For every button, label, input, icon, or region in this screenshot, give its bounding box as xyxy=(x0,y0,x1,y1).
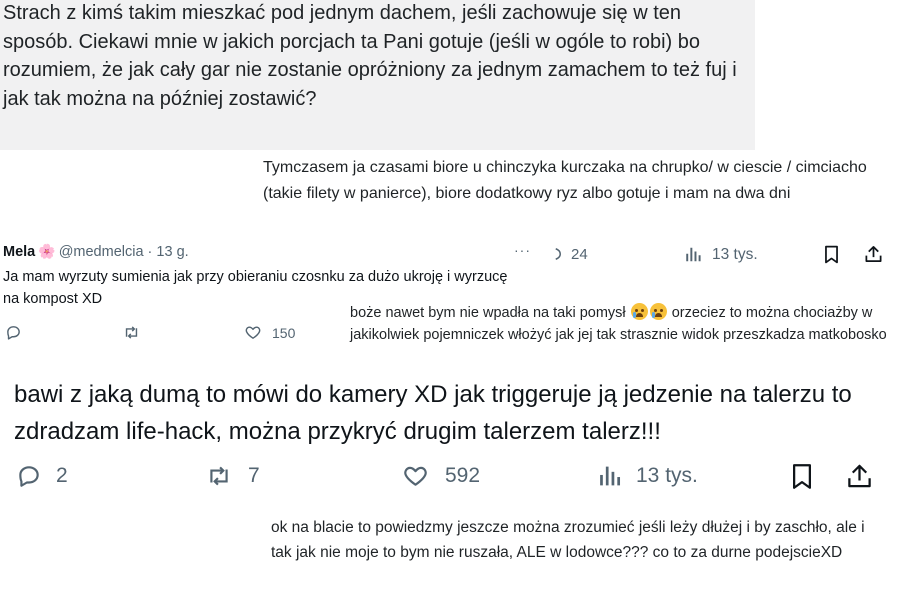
bookmark-button[interactable] xyxy=(823,245,840,264)
author-name[interactable]: Mela xyxy=(3,244,35,260)
like-count: 150 xyxy=(272,324,296,341)
bookmark-button[interactable] xyxy=(790,463,814,490)
repost-count: 7 xyxy=(248,464,260,487)
repost-button[interactable]: 7 xyxy=(204,463,260,489)
views-icon xyxy=(600,466,621,486)
reply-icon xyxy=(555,248,562,260)
bookmark-icon xyxy=(793,464,811,489)
heart-icon xyxy=(245,326,261,339)
views-icon xyxy=(686,247,701,262)
like-count: 592 xyxy=(445,464,481,487)
comment-screenshot-4: ok na blacie to powiedzmy jeszcze można … xyxy=(263,513,900,591)
comment-text: Tymczasem ja czasami biore u chinczyka k… xyxy=(263,159,867,202)
share-icon xyxy=(865,246,882,262)
repost-icon xyxy=(125,326,138,339)
crying-emoji-icon xyxy=(649,303,667,320)
flower-emoji: 🌸 xyxy=(38,243,56,259)
separator-dot: · xyxy=(147,244,153,260)
like-button[interactable]: 592 xyxy=(402,463,480,489)
reply-count: 24 xyxy=(571,245,588,263)
share-icon xyxy=(848,464,871,488)
comment-text: Strach z kimś takim mieszkać pod jednym … xyxy=(3,2,737,110)
reply-icon xyxy=(19,466,39,487)
views-button[interactable]: 13 tys. xyxy=(684,245,758,264)
reply-count: 2 xyxy=(56,464,68,487)
more-options-icon[interactable]: ··· xyxy=(514,242,531,258)
bookmark-icon xyxy=(825,245,838,264)
comment-text-part-1: boże nawet bym nie wpadła na taki pomysł xyxy=(350,305,626,321)
view-count: 13 tys. xyxy=(636,464,698,487)
view-count: 13 tys. xyxy=(712,245,758,263)
repost-button[interactable] xyxy=(122,324,141,341)
comment-screenshot-3: boże nawet bym nie wpadła na taki pomysł… xyxy=(342,296,900,368)
tweet-header: Mela 🌸 @medmelcia · 13 g. xyxy=(3,243,189,260)
views-button[interactable]: 13 tys. xyxy=(597,463,698,489)
reply-button[interactable] xyxy=(5,324,22,341)
heart-icon xyxy=(404,466,427,486)
comment-text: ok na blacie to powiedzmy jeszcze można … xyxy=(271,519,865,561)
reply-icon xyxy=(7,326,20,340)
comment-screenshot-2: Tymczasem ja czasami biore u chinczyka k… xyxy=(255,152,900,234)
crying-emoji-icon xyxy=(630,303,648,320)
tweet-actions: 2 7 592 13 tys. xyxy=(0,461,900,497)
tweet-actions: 150 xyxy=(0,322,330,348)
tweet-time[interactable]: 13 g. xyxy=(156,244,188,260)
tweet-actions-partial: 24 13 tys. xyxy=(555,234,900,296)
comment-text: boże nawet bym nie wpadła na taki pomysł… xyxy=(350,303,890,346)
like-button[interactable]: 150 xyxy=(244,324,295,341)
author-handle[interactable]: @medmelcia xyxy=(59,244,144,260)
reply-button[interactable]: 2 xyxy=(16,463,68,489)
tweet-text: bawi z jaką dumą to mówi do kamery XD ja… xyxy=(14,381,852,445)
comment-screenshot-1: Strach z kimś takim mieszkać pod jednym … xyxy=(0,0,755,150)
reply-button[interactable]: 24 xyxy=(553,245,588,263)
share-button[interactable] xyxy=(864,244,883,264)
tweet-big: bawi z jaką dumą to mówi do kamery XD ja… xyxy=(0,368,900,513)
share-button[interactable] xyxy=(846,462,873,490)
repost-icon xyxy=(210,466,228,486)
